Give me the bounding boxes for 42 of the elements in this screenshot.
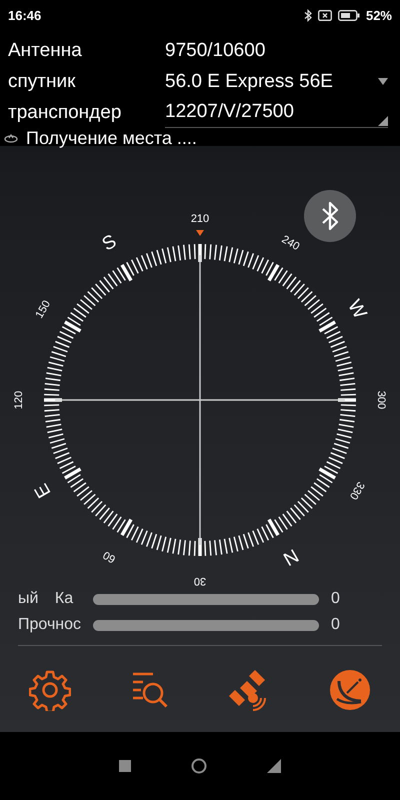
battery-percent: 52% bbox=[366, 8, 392, 22]
degree-label: 210 bbox=[190, 213, 210, 225]
meter-label: ый Ка bbox=[18, 590, 74, 608]
cardinal-label: E bbox=[30, 480, 56, 502]
meter-label: Прочнос bbox=[18, 616, 82, 634]
degree-label: 60 bbox=[101, 548, 118, 565]
location-icon bbox=[4, 134, 18, 142]
status-time: 16:46 bbox=[8, 8, 42, 22]
transponder-spinner[interactable]: 12207/V/27500 bbox=[165, 97, 388, 128]
settings-icon bbox=[29, 669, 71, 711]
cardinal-label: W bbox=[343, 296, 370, 323]
setting-label: транспондер bbox=[7, 102, 122, 124]
square-icon bbox=[119, 760, 131, 772]
degree-label: 240 bbox=[280, 233, 302, 254]
degree-label: 120 bbox=[13, 390, 25, 410]
corner-triangle-icon bbox=[378, 116, 388, 126]
cardinal-label: N bbox=[279, 544, 302, 570]
circle-icon bbox=[191, 758, 207, 774]
meter-reading: 0 bbox=[331, 590, 340, 608]
dropdown-caret-icon bbox=[378, 78, 388, 85]
meter-reading: 0 bbox=[331, 616, 340, 634]
bluetooth-icon bbox=[321, 201, 339, 231]
setting-label: Антенна bbox=[7, 40, 83, 62]
battery-icon bbox=[338, 10, 360, 20]
no-sim-icon bbox=[318, 10, 332, 20]
heading-marker-icon bbox=[196, 230, 204, 236]
setting-label: спутник bbox=[7, 70, 76, 92]
bluetooth-icon bbox=[304, 8, 312, 22]
degree-label: 300 bbox=[375, 390, 387, 410]
bluetooth-button[interactable] bbox=[304, 190, 356, 242]
triangle-icon bbox=[267, 759, 281, 773]
degree-label: 330 bbox=[346, 480, 367, 502]
degree-label: 30 bbox=[194, 575, 206, 587]
setting-value: 9750/10600 bbox=[165, 40, 266, 62]
home-button[interactable] bbox=[191, 758, 207, 774]
settings-button[interactable] bbox=[29, 669, 71, 711]
cardinal-label: S bbox=[98, 230, 120, 256]
dish-button[interactable] bbox=[329, 669, 371, 711]
satellite-dropdown[interactable]: 56.0 E Express 56E bbox=[165, 66, 388, 96]
back-button[interactable] bbox=[267, 759, 281, 773]
degree-label: 150 bbox=[33, 298, 54, 320]
satellite-dish-icon bbox=[329, 669, 371, 711]
